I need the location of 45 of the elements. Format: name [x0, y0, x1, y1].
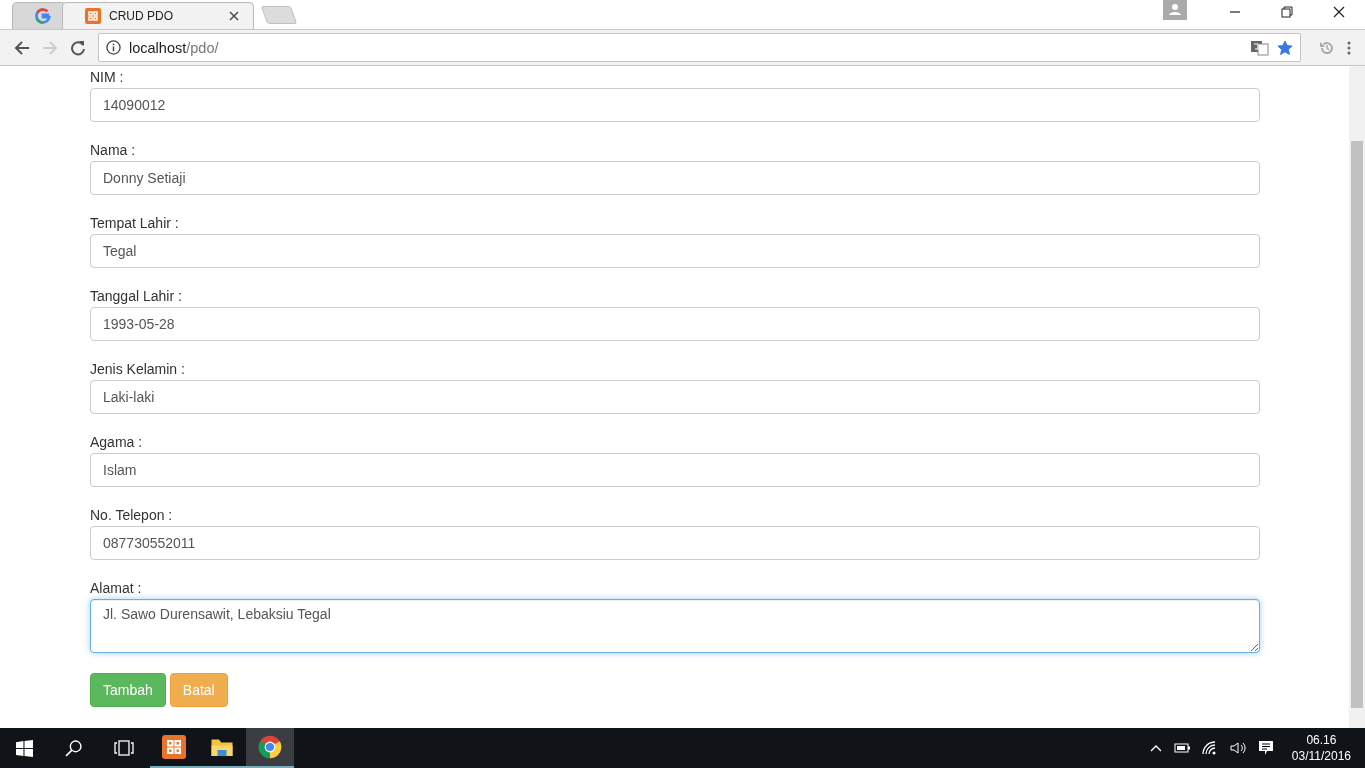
field-label: Tempat Lahir :	[90, 215, 180, 233]
xampp-logo-icon	[85, 8, 101, 24]
chrome-logo-icon	[258, 735, 282, 759]
chevron-up-icon[interactable]	[1149, 744, 1162, 752]
url-text: localhost/pdo/	[129, 39, 219, 56]
more-menu-icon[interactable]	[1347, 39, 1351, 56]
clock-date[interactable]: 03/11/2016	[1291, 748, 1351, 764]
taskbar-app-button[interactable]	[246, 728, 294, 768]
address-bar[interactable]: localhost/pdo/	[98, 33, 1301, 62]
notification-icon[interactable]	[1257, 740, 1274, 756]
restore-icon[interactable]	[1281, 5, 1293, 18]
field-label: Alamat :	[90, 580, 143, 598]
input-field[interactable]: Islam	[90, 453, 1260, 487]
task-view-icon[interactable]	[114, 740, 134, 756]
close-icon[interactable]	[1333, 5, 1345, 18]
field-label: Jenis Kelamin :	[90, 361, 186, 379]
field-label: Agama :	[90, 434, 144, 452]
search-icon[interactable]	[65, 739, 82, 757]
bookmark-star-icon[interactable]	[1277, 39, 1293, 56]
speaker-icon[interactable]	[1229, 741, 1246, 755]
input-field[interactable]: Donny Setiaji	[90, 161, 1260, 195]
translate-icon[interactable]	[1251, 39, 1269, 56]
input-field[interactable]: Laki-laki	[90, 380, 1260, 414]
close-icon[interactable]	[229, 11, 239, 21]
xampp-logo-icon	[162, 735, 186, 759]
scrollbar-thumb[interactable]	[1351, 141, 1363, 708]
input-field[interactable]: Tegal	[90, 234, 1260, 268]
input-field[interactable]: 1993-05-28	[90, 307, 1260, 341]
field-label: No. Telepon :	[90, 507, 174, 525]
battery-icon[interactable]	[1173, 743, 1190, 753]
windows-start-icon[interactable]	[16, 739, 33, 757]
field-label: Nama :	[90, 142, 137, 160]
scrollbar[interactable]	[1349, 66, 1365, 728]
back-arrow-icon[interactable]	[14, 39, 30, 56]
input-field[interactable]: 14090012	[90, 88, 1260, 122]
input-field[interactable]: 087730552011	[90, 526, 1260, 560]
wifi-icon[interactable]	[1201, 741, 1218, 755]
google-logo-icon	[35, 8, 51, 24]
info-icon	[106, 40, 121, 55]
field-label: NIM :	[90, 69, 125, 87]
clock-time[interactable]: 06.16	[1306, 732, 1337, 748]
field-label: Tanggal Lahir :	[90, 288, 183, 306]
reload-icon[interactable]	[70, 39, 86, 56]
browser-tab[interactable]: CRUD PDO	[62, 2, 254, 29]
address-textarea[interactable]: Jl. Sawo Durensawit, Lebaksiu Tegal	[90, 599, 1260, 653]
